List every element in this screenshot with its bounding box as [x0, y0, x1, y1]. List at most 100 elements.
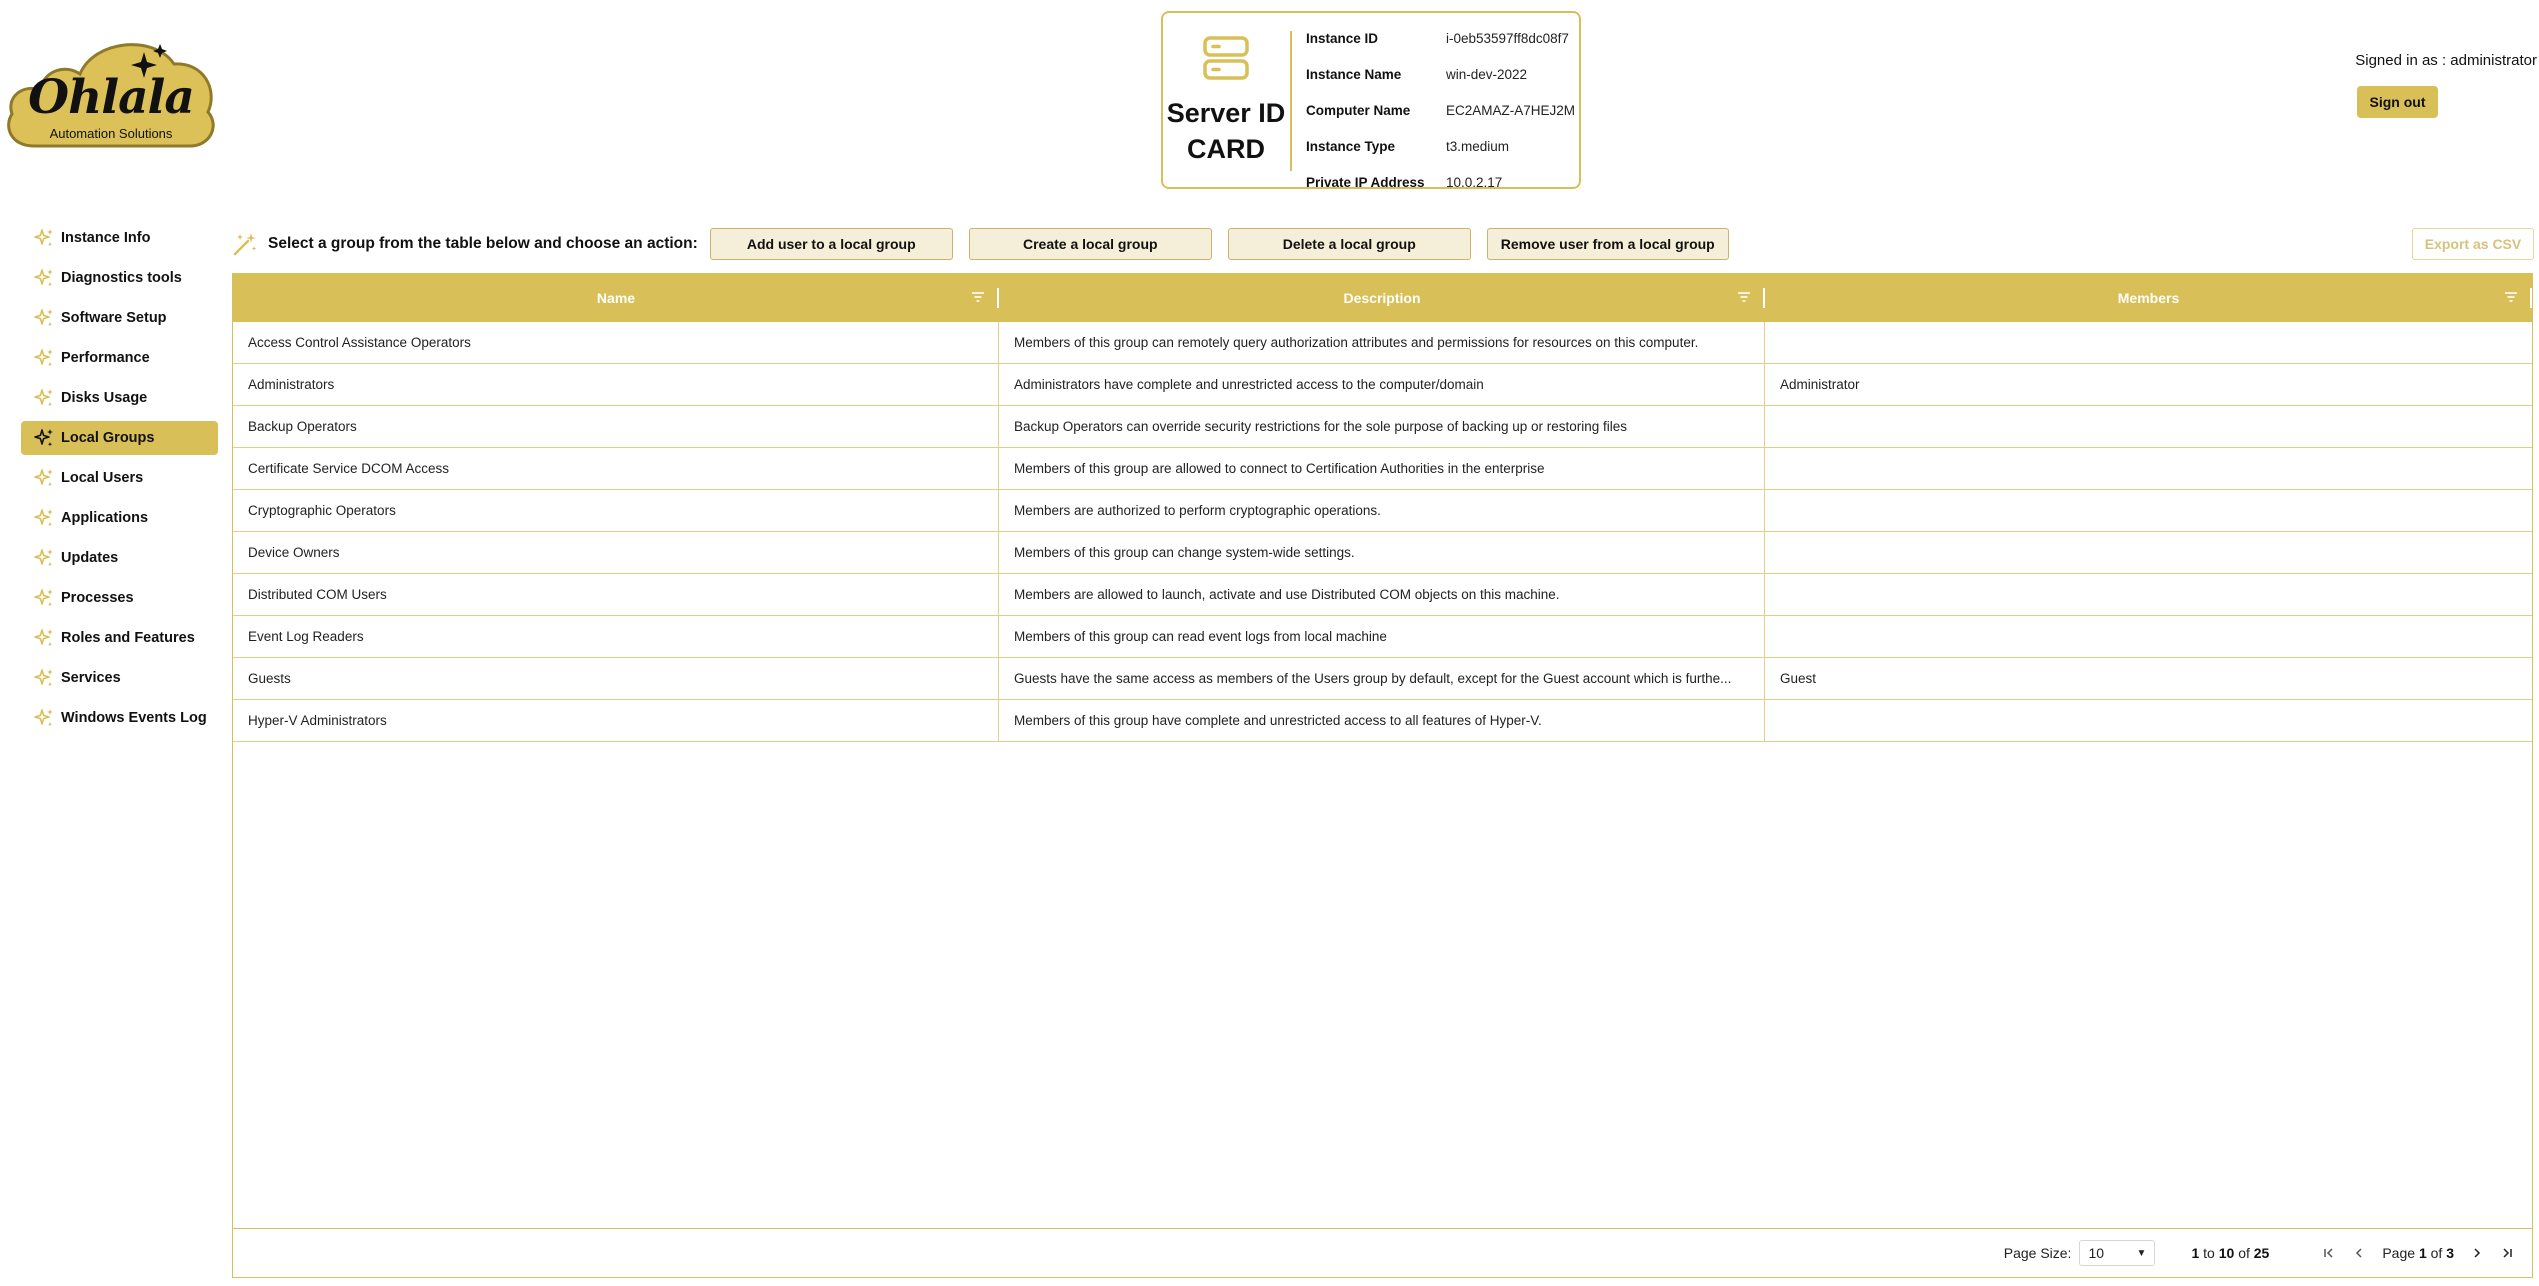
- cell-name[interactable]: Hyper-V Administrators: [233, 700, 999, 741]
- cell-text: Distributed COM Users: [248, 587, 387, 602]
- table-row[interactable]: Event Log Readers Members of this group c…: [233, 616, 2532, 658]
- sparkle-icon: [33, 347, 61, 369]
- column-header-name[interactable]: Name: [233, 274, 999, 322]
- cell-members[interactable]: [1765, 490, 2532, 531]
- id-field-instance-name: Instance Name win-dev-2022: [1306, 56, 1575, 92]
- cell-name[interactable]: Certificate Service DCOM Access: [233, 448, 999, 489]
- cell-text: Members of this group can read event log…: [1014, 629, 1387, 644]
- cell-members[interactable]: [1765, 322, 2532, 363]
- cell-description[interactable]: Members are authorized to perform crypto…: [999, 490, 1765, 531]
- cell-members[interactable]: Administrator: [1765, 364, 2532, 405]
- sidebar-item-performance[interactable]: Performance: [21, 341, 218, 375]
- sidebar-item-label: Windows Events Log: [61, 710, 207, 726]
- first-page-icon[interactable]: [2318, 1242, 2340, 1264]
- add-user-to-group-button[interactable]: Add user to a local group: [709, 228, 953, 260]
- server-icon: [1203, 35, 1249, 86]
- cell-name[interactable]: Device Owners: [233, 532, 999, 573]
- cell-name[interactable]: Cryptographic Operators: [233, 490, 999, 531]
- column-resize-handle[interactable]: [2530, 288, 2532, 308]
- table-row[interactable]: Administrators Administrators have comple…: [233, 364, 2532, 406]
- id-field-computer-name: Computer Name EC2AMAZ-A7HEJ2M: [1306, 92, 1575, 128]
- sidebar-item-software-setup[interactable]: Software Setup: [21, 301, 218, 335]
- ohlala-logo: Ohlala Automation Solutions: [4, 34, 218, 156]
- cell-name[interactable]: Event Log Readers: [233, 616, 999, 657]
- table-row[interactable]: Hyper-V Administrators Members of this gr…: [233, 700, 2532, 742]
- cell-members[interactable]: [1765, 532, 2532, 573]
- cell-name[interactable]: Access Control Assistance Operators: [233, 322, 999, 363]
- sidebar-item-instance-info[interactable]: Instance Info: [21, 221, 218, 255]
- cell-description[interactable]: Members of this group can change system-…: [999, 532, 1765, 573]
- sidebar-item-disks-usage[interactable]: Disks Usage: [21, 381, 218, 415]
- sidebar-item-local-groups[interactable]: Local Groups: [21, 421, 218, 455]
- local-groups-table: Name Description Members Access Control …: [232, 273, 2533, 1278]
- sidebar-item-local-users[interactable]: Local Users: [21, 461, 218, 495]
- id-card-title-line2: CARD: [1187, 134, 1265, 164]
- id-field-label: Computer Name: [1306, 102, 1411, 118]
- id-field-label: Private IP Address: [1306, 174, 1425, 190]
- id-card-divider: [1290, 31, 1292, 171]
- filter-icon[interactable]: [2504, 291, 2518, 303]
- table-body: Access Control Assistance Operators Membe…: [233, 322, 2532, 742]
- cell-name[interactable]: Distributed COM Users: [233, 574, 999, 615]
- cell-members[interactable]: [1765, 574, 2532, 615]
- cell-name[interactable]: Guests: [233, 658, 999, 699]
- cell-text: Guests have the same access as members o…: [1014, 671, 1732, 686]
- sidebar-item-applications[interactable]: Applications: [21, 501, 218, 535]
- sidebar-item-label: Services: [61, 670, 121, 686]
- column-header-members[interactable]: Members: [1765, 274, 2532, 322]
- cell-members[interactable]: [1765, 406, 2532, 447]
- cell-description[interactable]: Guests have the same access as members o…: [999, 658, 1765, 699]
- export-csv-button[interactable]: Export as CSV: [2412, 228, 2534, 260]
- create-group-button[interactable]: Create a local group: [968, 228, 1212, 260]
- sidebar-item-label: Local Groups: [61, 430, 155, 446]
- cell-text: Members of this group can remotely query…: [1014, 335, 1699, 350]
- delete-group-button[interactable]: Delete a local group: [1227, 228, 1471, 260]
- last-page-icon[interactable]: [2496, 1242, 2518, 1264]
- remove-user-from-group-button[interactable]: Remove user from a local group: [1486, 228, 1729, 260]
- cell-name[interactable]: Administrators: [233, 364, 999, 405]
- page-size-select[interactable]: 10 ▼: [2079, 1240, 2156, 1266]
- sidebar-item-label: Roles and Features: [61, 630, 195, 646]
- sidebar-item-diagnostics-tools[interactable]: Diagnostics tools: [21, 261, 218, 295]
- id-field-value: win-dev-2022: [1446, 66, 1528, 82]
- cell-description[interactable]: Administrators have complete and unrestr…: [999, 364, 1765, 405]
- sidebar-item-updates[interactable]: Updates: [21, 541, 218, 575]
- cell-text: Backup Operators: [248, 419, 357, 434]
- column-header-description[interactable]: Description: [999, 274, 1765, 322]
- id-field-value: t3.medium: [1446, 138, 1510, 154]
- previous-page-icon[interactable]: [2348, 1242, 2370, 1264]
- cell-members[interactable]: [1765, 616, 2532, 657]
- signed-in-text: Signed in as : administrator: [2355, 52, 2537, 69]
- cell-members[interactable]: [1765, 700, 2532, 741]
- table-row[interactable]: Distributed COM Users Members are allowed…: [233, 574, 2532, 616]
- table-row[interactable]: Cryptographic Operators Members are autho…: [233, 490, 2532, 532]
- sign-out-button[interactable]: Sign out: [2357, 86, 2438, 118]
- toolbar-prompt: Select a group from the table below and …: [268, 235, 698, 252]
- table-row[interactable]: Certificate Service DCOM Access Members o…: [233, 448, 2532, 490]
- cell-description[interactable]: Members of this group are allowed to con…: [999, 448, 1765, 489]
- cell-description[interactable]: Backup Operators can override security r…: [999, 406, 1765, 447]
- table-row[interactable]: Guests Guests have the same access as mem…: [233, 658, 2532, 700]
- filter-icon[interactable]: [971, 291, 985, 303]
- cell-name[interactable]: Backup Operators: [233, 406, 999, 447]
- sparkle-icon: [33, 267, 61, 289]
- sidebar-item-roles-and-features[interactable]: Roles and Features: [21, 621, 218, 655]
- filter-icon[interactable]: [1737, 291, 1751, 303]
- sidebar-item-processes[interactable]: Processes: [21, 581, 218, 615]
- sidebar-item-label: Local Users: [61, 470, 144, 486]
- sidebar-item-windows-events-log[interactable]: Windows Events Log: [21, 701, 218, 735]
- range-total: 25: [2253, 1245, 2270, 1261]
- cell-members[interactable]: [1765, 448, 2532, 489]
- column-header-label: Description: [1343, 290, 1421, 306]
- table-row[interactable]: Access Control Assistance Operators Membe…: [233, 322, 2532, 364]
- cell-description[interactable]: Members are allowed to launch, activate …: [999, 574, 1765, 615]
- cell-description[interactable]: Members of this group can read event log…: [999, 616, 1765, 657]
- cell-description[interactable]: Members of this group can remotely query…: [999, 322, 1765, 363]
- table-row[interactable]: Device Owners Members of this group can c…: [233, 532, 2532, 574]
- sidebar-item-services[interactable]: Services: [21, 661, 218, 695]
- cell-members[interactable]: Guest: [1765, 658, 2532, 699]
- column-header-label: Name: [596, 290, 636, 306]
- table-row[interactable]: Backup Operators Backup Operators can ove…: [233, 406, 2532, 448]
- next-page-icon[interactable]: [2466, 1242, 2488, 1264]
- cell-description[interactable]: Members of this group have complete and …: [999, 700, 1765, 741]
